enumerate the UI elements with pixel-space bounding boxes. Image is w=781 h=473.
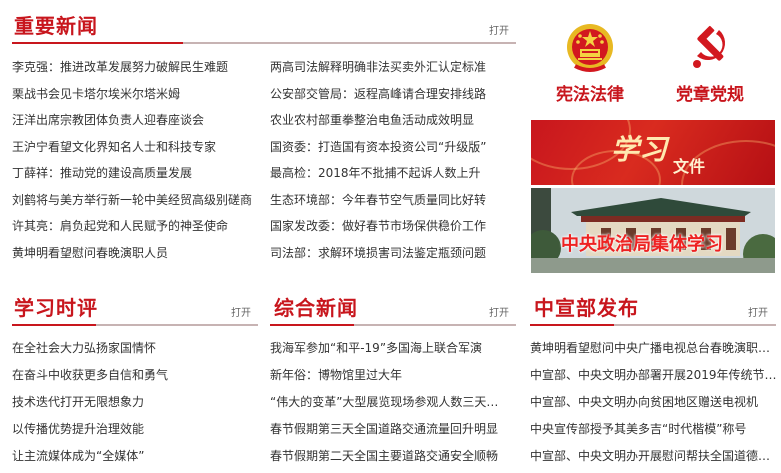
list-item[interactable]: 在奋斗中收获更多自信和勇气 (12, 362, 258, 389)
list-item[interactable]: 中宣部、中央文明办开展慰问帮扶全国道德… (530, 443, 776, 470)
study-documents-banner[interactable]: 学习 文件 (531, 120, 775, 185)
list-item[interactable]: 黄坤明看望慰问中央广播电视总台春晚演职… (530, 335, 776, 362)
important-news-left-list: 李克强：推进改革发展努力破解民生难题 栗战书会见卡塔尔埃米尔塔米姆 汪洋出席宗教… (12, 54, 262, 266)
list-item[interactable]: 刘鹤将与美方举行新一轮中美经贸高级别磋商 (12, 187, 262, 214)
list-item[interactable]: 春节假期第三天全国道路交通流量回升明显 (270, 416, 516, 443)
publicity-dept-open-link[interactable]: 打开 (748, 304, 768, 319)
list-item[interactable]: 黄坤明看望慰问春晚演职人员 (12, 240, 262, 267)
list-item[interactable]: 中央宣传部授予其美多吉“时代楷模”称号 (530, 416, 776, 443)
study-commentary-open-link[interactable]: 打开 (231, 304, 251, 319)
politburo-banner-caption: 中央政治局集体学习 (561, 234, 723, 255)
hammer-sickle-icon (693, 25, 726, 68)
list-item[interactable]: 生态环境部：今年春节空气质量同比好转 (270, 187, 520, 214)
party-constitution-label: 党章党规 (676, 85, 744, 105)
general-news-title: 综合新闻 (274, 296, 358, 320)
list-item[interactable]: 在全社会大力弘扬家国情怀 (12, 335, 258, 362)
list-item[interactable]: 技术迭代打开无限想象力 (12, 389, 258, 416)
publicity-dept-divider (530, 324, 776, 326)
list-item[interactable]: 国家发改委：做好春节市场保供稳价工作 (270, 213, 520, 240)
study-calligraphy: 学习 (611, 133, 668, 166)
study-commentary-title: 学习时评 (14, 296, 98, 320)
list-item[interactable]: 农业农村部重拳整治电鱼活动成效明显 (270, 107, 520, 134)
list-item[interactable]: 国资委：打造国有资本投资公司“升级版” (270, 134, 520, 161)
list-item[interactable]: 王沪宁看望文化界知名人士和科技专家 (12, 134, 262, 161)
list-item[interactable]: 公安部交管局：返程高峰请合理安排线路 (270, 81, 520, 108)
list-item[interactable]: 中宣部、中央文明办部署开展2019年传统节… (530, 362, 776, 389)
important-news-open-link[interactable]: 打开 (489, 22, 509, 37)
important-news-divider (12, 42, 516, 44)
publicity-dept-title: 中宣部发布 (534, 296, 639, 320)
important-news-right-list: 两高司法解释明确非法买卖外汇认定标准 公安部交管局：返程高峰请合理安排线路 农业… (270, 54, 520, 266)
list-item[interactable]: 汪洋出席宗教团体负责人迎春座谈会 (12, 107, 262, 134)
list-item[interactable]: 最高检：2018年不批捕不起诉人数上升 (270, 160, 520, 187)
list-item[interactable]: 许其亮：肩负起党和人民赋予的神圣使命 (12, 213, 262, 240)
list-item[interactable]: 让主流媒体成为“全媒体” (12, 443, 258, 470)
list-item[interactable]: 李克强：推进改革发展努力破解民生难题 (12, 54, 262, 81)
general-news-open-link[interactable]: 打开 (489, 304, 509, 319)
list-item[interactable]: 以传播优势提升治理效能 (12, 416, 258, 443)
list-item[interactable]: 司法部：求解环境损害司法鉴定瓶颈问题 (270, 240, 520, 267)
important-news-title: 重要新闻 (14, 14, 98, 38)
constitution-law-link[interactable]: 宪法法律 (548, 22, 632, 105)
constitution-law-label: 宪法法律 (556, 85, 624, 105)
list-item[interactable]: 春节假期第二天全国主要道路交通安全顺畅 (270, 443, 516, 470)
general-news-list: 我海军参加“和平-19”多国海上联合军演 新年俗：博物馆里过大年 “伟大的变革”… (270, 335, 516, 470)
national-emblem-icon (567, 24, 613, 72)
general-news-divider (270, 324, 516, 326)
list-item[interactable]: 两高司法解释明确非法买卖外汇认定标准 (270, 54, 520, 81)
list-item[interactable]: 中宣部、中央文明办向贫困地区赠送电视机 (530, 389, 776, 416)
study-banner-caption: 文件 (673, 157, 706, 176)
list-item[interactable]: 我海军参加“和平-19”多国海上联合军演 (270, 335, 516, 362)
list-item[interactable]: “伟大的变革”大型展览现场参观人数三天… (270, 389, 516, 416)
study-commentary-divider (12, 324, 258, 326)
party-constitution-link[interactable]: 党章党规 (668, 22, 752, 105)
list-item[interactable]: 栗战书会见卡塔尔埃米尔塔米姆 (12, 81, 262, 108)
list-item[interactable]: 新年俗：博物馆里过大年 (270, 362, 516, 389)
publicity-dept-list: 黄坤明看望慰问中央广播电视总台春晚演职… 中宣部、中央文明办部署开展2019年传… (530, 335, 776, 470)
politburo-study-banner[interactable]: 中央政治局集体学习 (531, 188, 775, 273)
study-commentary-list: 在全社会大力弘扬家国情怀 在奋斗中收获更多自信和勇气 技术迭代打开无限想象力 以… (12, 335, 258, 470)
list-item[interactable]: 丁薛祥：推动党的建设高质量发展 (12, 160, 262, 187)
